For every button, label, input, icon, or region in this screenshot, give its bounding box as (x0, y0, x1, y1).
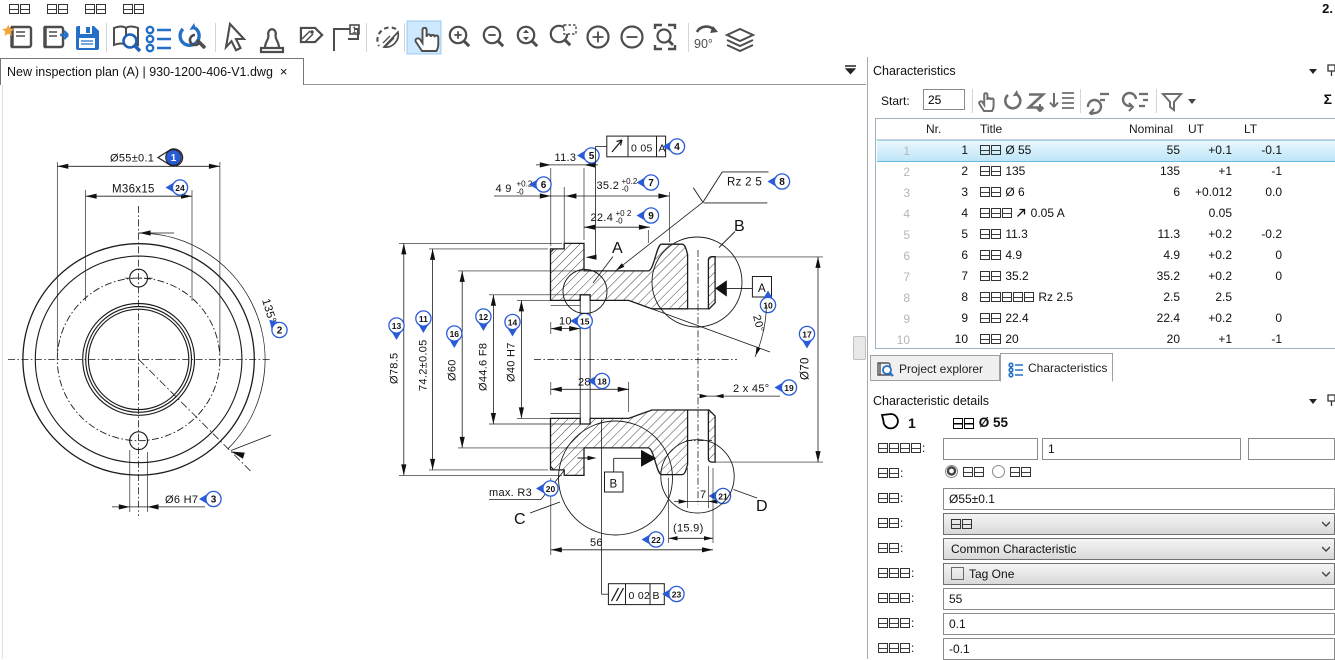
svg-text:10: 10 (763, 301, 773, 311)
svg-text:20: 20 (546, 484, 556, 494)
svg-text:3: 3 (211, 495, 217, 506)
svg-text:Ø78.5: Ø78.5 (389, 353, 401, 384)
svg-text:15: 15 (580, 317, 590, 327)
svg-text:1: 1 (352, 25, 357, 35)
svg-text:11: 11 (419, 314, 428, 324)
svg-text:2: 2 (277, 326, 283, 337)
svg-text:135°: 135° (259, 297, 278, 324)
svg-text:14: 14 (508, 318, 518, 328)
svg-text:90°: 90° (694, 37, 713, 51)
svg-text:0 02: 0 02 (629, 590, 651, 602)
svg-text:22: 22 (651, 535, 661, 545)
svg-text:A: A (758, 283, 766, 295)
svg-text:max. R3: max. R3 (489, 487, 532, 499)
svg-text:Ø6 H7: Ø6 H7 (165, 494, 198, 506)
svg-text:Ø40 H7: Ø40 H7 (506, 342, 518, 382)
svg-text:4: 4 (674, 142, 680, 153)
svg-text:28: 28 (578, 376, 591, 388)
svg-text:(15.9): (15.9) (673, 523, 704, 535)
svg-text:22.4: 22.4 (591, 212, 614, 224)
svg-text:7: 7 (700, 489, 706, 501)
svg-text:8: 8 (779, 177, 785, 188)
svg-text:Ø55±0.1: Ø55±0.1 (110, 153, 154, 165)
svg-text:Ø44.6 F8: Ø44.6 F8 (478, 343, 490, 391)
svg-text:-0: -0 (622, 185, 630, 194)
svg-text:-0: -0 (616, 217, 624, 226)
svg-text:Ø60: Ø60 (447, 359, 459, 381)
svg-text:7: 7 (648, 178, 654, 189)
svg-text:A: A (612, 240, 623, 257)
svg-text:19: 19 (784, 383, 794, 393)
svg-text:C: C (514, 511, 526, 528)
svg-text:35.2: 35.2 (597, 180, 620, 192)
svg-text:0 05: 0 05 (631, 143, 653, 155)
svg-text:Rz 2 5: Rz 2 5 (727, 177, 762, 189)
svg-text:10: 10 (559, 316, 572, 328)
svg-text:16: 16 (450, 329, 460, 339)
svg-text:56: 56 (590, 537, 603, 549)
svg-text:B: B (653, 590, 660, 602)
svg-text:9: 9 (648, 211, 654, 222)
svg-text:4 9: 4 9 (496, 183, 512, 195)
svg-text:Ø70: Ø70 (800, 357, 812, 380)
svg-text:13: 13 (392, 321, 402, 331)
svg-text:B: B (734, 218, 745, 235)
svg-text:6: 6 (541, 180, 547, 191)
svg-text:23: 23 (672, 590, 682, 600)
svg-text:24: 24 (175, 183, 185, 193)
svg-text:B: B (610, 479, 618, 491)
svg-text:2 x 45°: 2 x 45° (733, 383, 769, 395)
svg-text:11.3: 11.3 (555, 152, 577, 164)
svg-text:M36x15: M36x15 (112, 183, 155, 195)
svg-text:A: A (659, 143, 666, 155)
svg-text:12: 12 (479, 312, 489, 322)
svg-text:20°: 20° (750, 314, 766, 334)
svg-text:-0: -0 (517, 187, 525, 196)
svg-text:21: 21 (718, 492, 728, 502)
svg-text:D: D (756, 498, 768, 515)
svg-text:17: 17 (802, 330, 812, 340)
svg-text:18: 18 (597, 377, 607, 387)
svg-text:5: 5 (589, 151, 595, 162)
svg-text:74.2±0.05: 74.2±0.05 (418, 339, 430, 391)
svg-text:1: 1 (171, 153, 177, 164)
